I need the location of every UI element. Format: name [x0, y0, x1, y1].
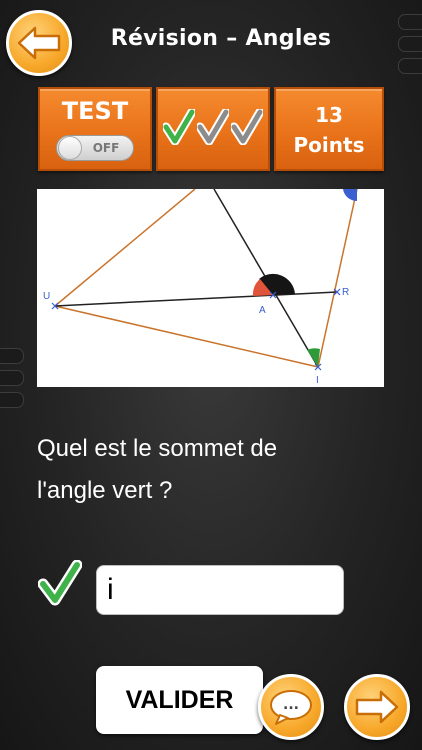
- chat-button[interactable]: ...: [258, 674, 324, 740]
- back-button[interactable]: [6, 10, 72, 76]
- speech-bubble-icon: ...: [270, 690, 312, 725]
- segment-u-r: [54, 291, 338, 307]
- side-tabs-right: [398, 14, 422, 80]
- side-tab: [398, 36, 422, 52]
- checkmark-icon: [231, 109, 263, 145]
- arrow-left-icon: [17, 26, 61, 60]
- progress-panel: [156, 87, 270, 171]
- segment-u-top: [54, 188, 196, 307]
- angle-blue: [343, 189, 357, 202]
- svg-text:...: ...: [283, 697, 299, 713]
- side-tab: [0, 370, 24, 386]
- answer-correct-indicator: [37, 559, 83, 610]
- label-r: R: [342, 287, 349, 298]
- question-line-2: l'angle vert ?: [37, 477, 173, 504]
- question-text: Quel est le sommet de l'angle vert ?: [37, 428, 367, 512]
- checkmark-icon: [37, 559, 83, 606]
- test-toggle[interactable]: OFF: [56, 135, 134, 161]
- toggle-knob: [58, 136, 82, 160]
- side-tab: [0, 348, 24, 364]
- page-title: Révision – Angles: [110, 26, 332, 51]
- checkmark-icon: [163, 109, 195, 145]
- label-i: I: [316, 375, 319, 386]
- next-button[interactable]: [344, 674, 410, 740]
- side-tab: [0, 392, 24, 408]
- label-u: U: [43, 291, 50, 302]
- geometry-figure: U A R I: [37, 188, 384, 387]
- points-label: Points: [293, 133, 365, 157]
- segment-u-i: [54, 305, 319, 368]
- label-a: A: [259, 305, 266, 316]
- toggle-text: OFF: [92, 141, 120, 155]
- progress-checks: [158, 109, 268, 145]
- validate-button[interactable]: VALIDER: [96, 666, 263, 734]
- points-value: 13: [315, 103, 343, 127]
- question-line-1: Quel est le sommet de: [37, 435, 278, 462]
- points-panel: 13 Points: [274, 87, 384, 171]
- side-tab: [398, 14, 422, 30]
- side-tabs-left: [0, 348, 24, 414]
- segment-i-right: [317, 188, 358, 368]
- test-label: TEST: [61, 97, 129, 125]
- geometry-svg: U A R I: [43, 188, 358, 386]
- arrow-right-icon: [355, 690, 399, 724]
- answer-field[interactable]: i: [96, 565, 344, 615]
- test-panel: TEST OFF: [38, 87, 152, 171]
- side-tab: [398, 58, 422, 74]
- checkmark-icon: [197, 109, 229, 145]
